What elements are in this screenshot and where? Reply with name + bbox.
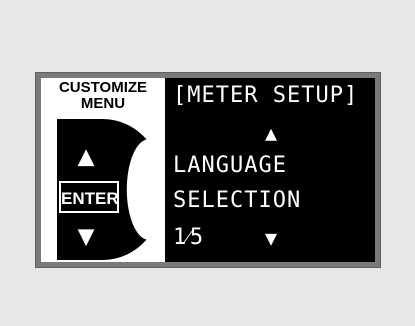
menu-item-line1: LANGUAGE	[173, 153, 287, 178]
enter-button[interactable]: ENTER	[59, 181, 119, 213]
display-frame: CUSTOMIZE MENU ▲ ENTER ▼ [METER SETUP] ▲…	[35, 72, 381, 268]
scroll-up-icon: ▲	[265, 121, 278, 145]
down-button[interactable]: ▼	[59, 217, 113, 255]
menu-label: MENU	[80, 95, 126, 112]
up-button[interactable]: ▲	[59, 137, 113, 175]
customize-label: CUSTOMIZE	[58, 79, 148, 96]
scroll-down-icon: ▼	[265, 226, 278, 250]
meter-setup-header: [METER SETUP]	[173, 83, 359, 108]
menu-screen: [METER SETUP] ▲ LANGUAGE SELECTION 1⁄5 ▼	[173, 78, 375, 262]
lcd-screen: CUSTOMIZE MENU ▲ ENTER ▼ [METER SETUP] ▲…	[41, 78, 375, 262]
menu-item-line2: SELECTION	[173, 188, 302, 213]
down-arrow-icon: ▼	[77, 219, 95, 252]
customize-menu-panel: CUSTOMIZE MENU ▲ ENTER ▼	[41, 78, 165, 262]
customize-menu-label: CUSTOMIZE MENU	[41, 80, 165, 112]
up-arrow-icon: ▲	[77, 139, 95, 172]
page-indicator: 1⁄5	[173, 225, 204, 250]
